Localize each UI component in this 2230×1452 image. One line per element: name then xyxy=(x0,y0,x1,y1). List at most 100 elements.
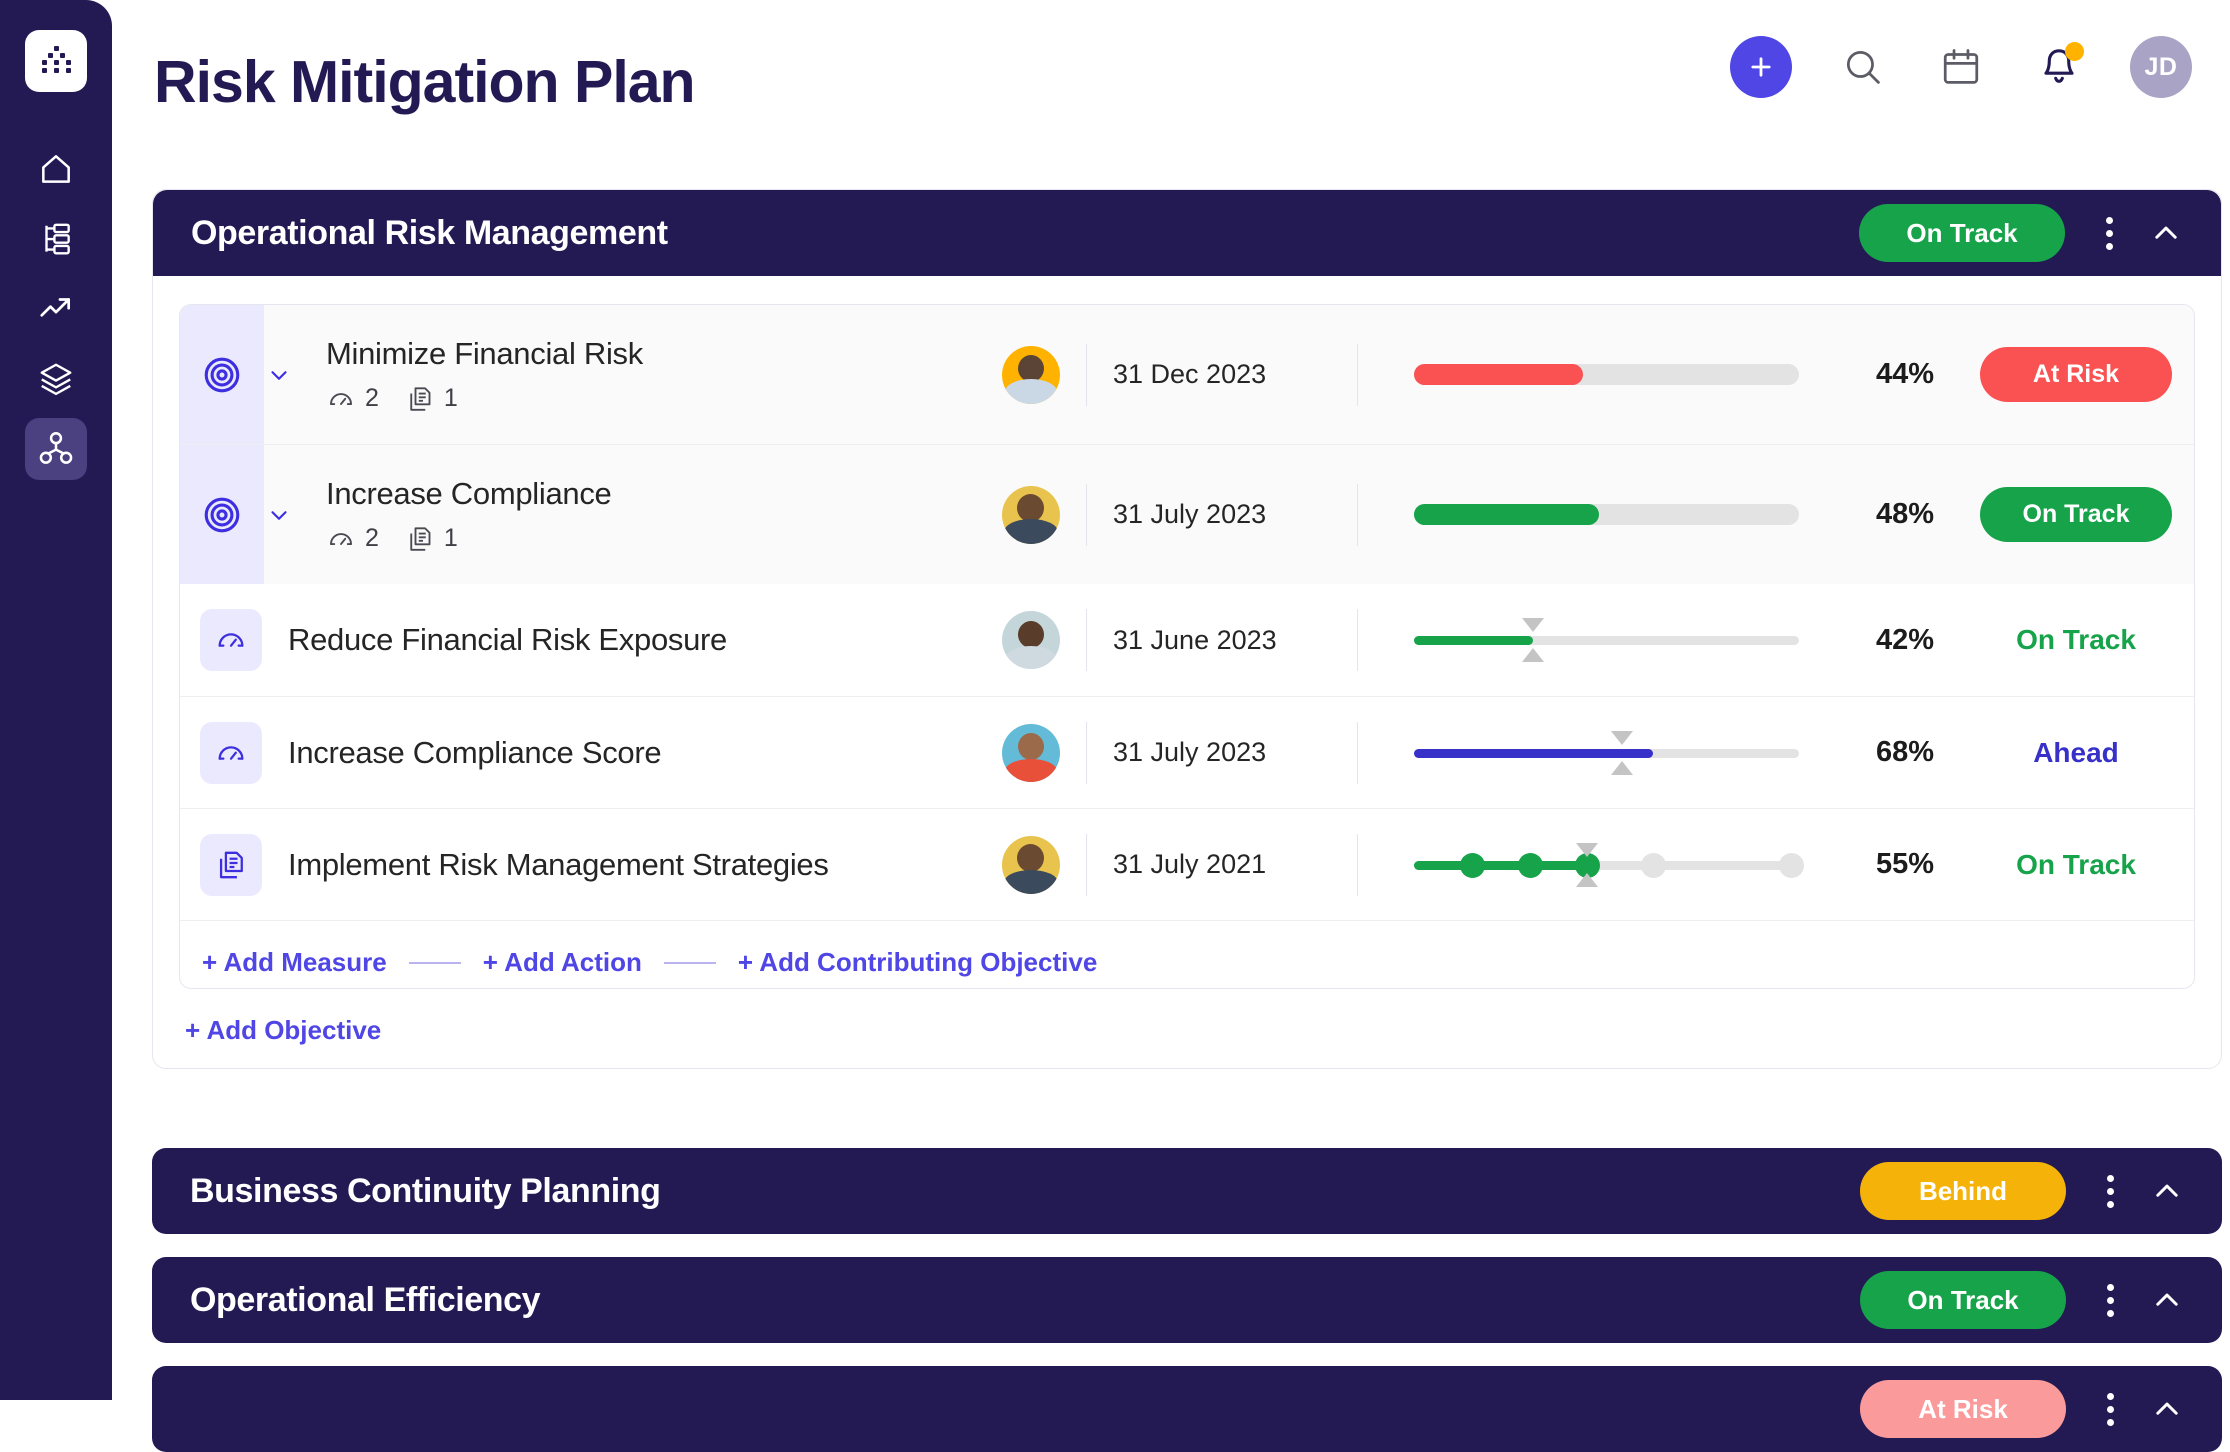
document-icon xyxy=(410,386,431,411)
sidebar-item-layers[interactable] xyxy=(25,348,87,410)
link-divider xyxy=(408,961,461,964)
action-info: Implement Risk Management Strategies xyxy=(262,847,1002,883)
action-row[interactable]: Implement Risk Management Strategies 31 … xyxy=(180,808,2194,920)
document-icon xyxy=(219,851,243,878)
actions-count: 1 xyxy=(405,384,458,414)
measure-row[interactable]: Reduce Financial Risk Exposure 31 June 2… xyxy=(180,584,2194,696)
gauge-icon xyxy=(218,745,244,760)
section-header[interactable]: Operational Efficiency On Track xyxy=(152,1257,2222,1343)
section-menu-button[interactable] xyxy=(2092,1271,2128,1329)
milestone-dot[interactable] xyxy=(1640,852,1666,878)
measure-row[interactable]: Increase Compliance Score 31 July 2023 6… xyxy=(180,696,2194,808)
add-measure-link[interactable]: + Add Measure xyxy=(202,947,387,978)
objective-info: Increase Compliance 2 1 xyxy=(304,476,1002,554)
sidebar-item-strategy-map[interactable] xyxy=(25,418,87,480)
progress-cell xyxy=(1384,839,1814,891)
progress-fill xyxy=(1414,504,1599,525)
section-collapse-button[interactable] xyxy=(2140,1162,2194,1220)
add-contributing-objective-link[interactable]: + Add Contributing Objective xyxy=(738,947,1097,978)
sidebar-item-performance[interactable] xyxy=(25,278,87,340)
target-marker-icon xyxy=(1610,730,1633,745)
add-links-row: + Add Measure + Add Action + Add Contrib… xyxy=(180,920,2194,988)
progress-cell xyxy=(1384,614,1814,666)
target-marker-icon xyxy=(1610,760,1633,775)
search-button[interactable] xyxy=(1836,40,1890,94)
objective-title: Increase Compliance xyxy=(326,475,612,511)
section-header[interactable]: At Risk xyxy=(152,1366,2222,1452)
progress-label: 48% xyxy=(1875,498,1934,530)
status-badge[interactable]: At Risk xyxy=(1860,1380,2066,1438)
section-partially-visible: At Risk xyxy=(152,1366,2222,1452)
progress-label: 42% xyxy=(1875,623,1934,656)
slider-fill xyxy=(1414,636,1534,645)
add-button[interactable] xyxy=(1730,36,1792,98)
status-label: On Track xyxy=(2016,848,2136,880)
section-collapse-button[interactable] xyxy=(2140,1380,2194,1438)
kebab-dot xyxy=(2106,1309,2114,1317)
status-cell: On Track xyxy=(1934,487,2194,542)
milestone-dot[interactable] xyxy=(1459,852,1485,878)
section-header[interactable]: Business Continuity Planning Behind xyxy=(152,1148,2222,1234)
section-operational-risk-management: Operational Risk Management On Track Min… xyxy=(152,189,2222,1069)
gauge-icon xyxy=(330,392,352,405)
sidebar-item-home[interactable] xyxy=(25,138,87,200)
status-cell: At Risk xyxy=(1934,347,2194,402)
user-avatar[interactable]: JD xyxy=(2130,36,2192,98)
divider xyxy=(1086,833,1087,896)
due-date: 31 June 2023 xyxy=(1113,624,1277,655)
section-title: Business Continuity Planning xyxy=(190,1171,661,1210)
objective-icon-tile xyxy=(180,445,264,584)
milestone-dot[interactable] xyxy=(1779,852,1805,878)
add-objective-link[interactable]: + Add Objective xyxy=(179,989,381,1046)
divider xyxy=(1086,609,1087,671)
section-operational-efficiency: Operational Efficiency On Track xyxy=(152,1257,2222,1343)
section-menu-button[interactable] xyxy=(2092,1162,2128,1220)
due-date: 31 July 2023 xyxy=(1113,737,1267,767)
kebab-dot xyxy=(2106,1200,2114,1208)
sidebar-item-plans[interactable] xyxy=(25,208,87,270)
measures-count: 2 xyxy=(326,384,379,414)
progress-slider[interactable] xyxy=(1414,727,1799,779)
progress-fill xyxy=(1414,364,1584,385)
kebab-dot xyxy=(2106,1174,2114,1182)
calendar-button[interactable] xyxy=(1934,40,1988,94)
target-icon xyxy=(204,497,240,532)
divider xyxy=(1086,343,1087,406)
section-menu-button[interactable] xyxy=(2092,1380,2128,1438)
objective-row[interactable]: Minimize Financial Risk 2 1 31 Dec 2023 … xyxy=(180,305,2194,444)
due-date: 31 July 2023 xyxy=(1113,499,1267,529)
status-badge[interactable]: On Track xyxy=(1859,204,2065,262)
objective-row[interactable]: Increase Compliance 2 1 31 July 2023 48%… xyxy=(180,444,2194,584)
section-header[interactable]: Operational Risk Management On Track xyxy=(153,190,2221,276)
divider xyxy=(1086,483,1087,546)
status-label: On Track xyxy=(2016,624,2136,655)
section-business-continuity-planning: Business Continuity Planning Behind xyxy=(152,1148,2222,1234)
status-badge[interactable]: On Track xyxy=(1980,487,2172,542)
status-badge[interactable]: At Risk xyxy=(1980,347,2172,402)
measures-count-value: 2 xyxy=(365,384,379,412)
add-action-link[interactable]: + Add Action xyxy=(483,947,642,978)
kebab-dot xyxy=(2105,229,2113,237)
avatar xyxy=(1002,611,1060,669)
section-menu-button[interactable] xyxy=(2091,204,2127,262)
measures-count-value: 2 xyxy=(365,524,379,552)
status-badge[interactable]: Behind xyxy=(1860,1162,2066,1220)
progress-slider[interactable] xyxy=(1414,614,1799,666)
chevron-up-icon xyxy=(2155,226,2177,239)
milestone-slider[interactable] xyxy=(1414,839,1805,891)
objective-expand-chevron[interactable] xyxy=(266,362,304,388)
status-label: Ahead xyxy=(2033,736,2119,768)
app-logo[interactable] xyxy=(25,30,87,92)
status-badge[interactable]: On Track xyxy=(1860,1271,2066,1329)
page-title: Risk Mitigation Plan xyxy=(154,49,696,115)
kebab-dot xyxy=(2106,1187,2114,1195)
objective-expand-chevron[interactable] xyxy=(266,502,304,528)
section-collapse-button[interactable] xyxy=(2140,1271,2194,1329)
chevron-down-icon xyxy=(271,510,287,520)
section-collapse-button[interactable] xyxy=(2139,204,2193,262)
target-marker-icon xyxy=(1522,648,1545,662)
notifications-button[interactable] xyxy=(2032,40,2086,94)
progress-cell xyxy=(1384,504,1814,525)
chevron-up-icon xyxy=(2156,1293,2178,1306)
milestone-dot[interactable] xyxy=(1517,852,1543,878)
